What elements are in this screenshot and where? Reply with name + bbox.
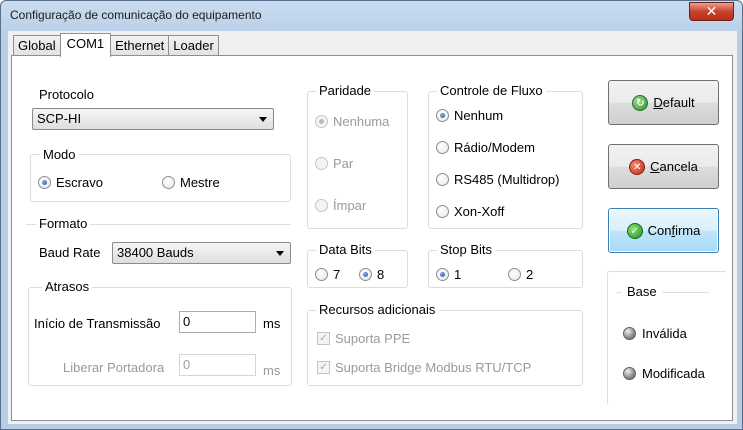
controle-fluxo-label: Controle de Fluxo	[437, 84, 546, 98]
indicator-label: Inválida	[642, 326, 687, 341]
inicio-unit-label: ms	[263, 316, 281, 331]
led-icon	[623, 327, 636, 340]
base-separator-left	[616, 292, 622, 293]
radio-unchecked-icon	[436, 205, 449, 218]
radio-unchecked-icon	[162, 176, 175, 189]
tab-loader[interactable]: Loader	[168, 35, 219, 56]
protocolo-value: SCP-HI	[37, 111, 82, 126]
cancela-button[interactable]: ✕ Cancela	[608, 144, 719, 189]
tab-ethernet[interactable]: Ethernet	[110, 35, 170, 56]
radio-unchecked-icon	[436, 173, 449, 186]
dialog-window: Configuração de comunicação do equipamen…	[0, 0, 743, 430]
modificada-indicator: Modificada	[623, 366, 705, 381]
protocolo-select[interactable]: SCP-HI	[32, 108, 274, 130]
radio-checked-icon	[436, 268, 449, 281]
window-title: Configuração de comunicação do equipamen…	[10, 8, 262, 22]
confirma-button[interactable]: ✓ Confirma	[608, 208, 719, 253]
default-button[interactable]: ↻ Default	[608, 80, 719, 125]
data-bits-8-radio[interactable]: 8	[359, 267, 384, 282]
modo-mestre-radio[interactable]: Mestre	[162, 175, 220, 190]
base-label: Base	[624, 285, 660, 299]
checkbox-label: Suporta Bridge Modbus RTU/TCP	[335, 360, 532, 375]
baud-rate-select[interactable]: 38400 Bauds	[112, 242, 291, 264]
tab-com1[interactable]: COM1	[59, 33, 112, 57]
protocolo-label: Protocolo	[39, 87, 94, 102]
baud-rate-value: 38400 Bauds	[117, 245, 194, 260]
radio-label: Mestre	[180, 175, 220, 190]
radio-unchecked-icon	[436, 141, 449, 154]
fluxo-xon-xoff-radio[interactable]: Xon-Xoff	[436, 204, 504, 219]
recursos-label: Recursos adicionais	[316, 303, 439, 317]
modo-escravo-radio[interactable]: Escravo	[38, 175, 103, 190]
radio-label: 1	[454, 267, 462, 282]
checkbox-checked-icon: ✓	[317, 332, 330, 345]
suporta-bridge-checkbox[interactable]: ✓ Suporta Bridge Modbus RTU/TCP	[317, 360, 531, 375]
paridade-label: Paridade	[316, 84, 375, 98]
radio-label: 2	[526, 267, 534, 282]
radio-label: Nenhuma	[333, 114, 390, 129]
radio-checked-icon	[38, 176, 51, 189]
radio-label: Par	[333, 156, 354, 171]
checkbox-checked-icon: ✓	[317, 361, 330, 374]
cancela-button-label: Cancela	[650, 159, 698, 174]
fluxo-rs485-radio[interactable]: RS485 (Multidrop)	[436, 172, 560, 187]
radio-label: Xon-Xoff	[454, 204, 505, 219]
baud-rate-label: Baud Rate	[39, 245, 101, 260]
radio-label: Ímpar	[333, 198, 367, 213]
inicio-transmissao-label: Início de Transmissão	[34, 316, 161, 331]
radio-unchecked-icon	[315, 157, 328, 170]
radio-checked-icon	[359, 268, 372, 281]
radio-checked-icon	[315, 115, 328, 128]
radio-label: Nenhum	[454, 108, 504, 123]
data-bits-7-radio[interactable]: 7	[315, 267, 340, 282]
radio-checked-icon	[436, 109, 449, 122]
atrasos-label: Atrasos	[42, 280, 93, 294]
paridade-par-radio[interactable]: Par	[315, 156, 353, 171]
tab-strip: Global COM1 Ethernet Loader	[13, 33, 219, 57]
radio-label: Escravo	[56, 175, 103, 190]
radio-label: 7	[333, 267, 341, 282]
stop-bits-1-radio[interactable]: 1	[436, 267, 461, 282]
default-button-label: Default	[653, 95, 695, 110]
suporta-ppe-checkbox[interactable]: ✓ Suporta PPE	[317, 331, 410, 346]
check-icon: ✓	[626, 222, 643, 239]
chevron-down-icon	[276, 251, 284, 256]
radio-unchecked-icon	[315, 268, 328, 281]
refresh-icon: ↻	[632, 94, 649, 111]
fluxo-radio-modem-radio[interactable]: Rádio/Modem	[436, 140, 535, 155]
inicio-transmissao-input[interactable]: 0	[179, 311, 256, 333]
radio-unchecked-icon	[508, 268, 521, 281]
chevron-down-icon	[259, 117, 267, 122]
cancel-icon: ✕	[629, 158, 646, 175]
paridade-nenhuma-radio[interactable]: Nenhuma	[315, 114, 389, 129]
paridade-impar-radio[interactable]: Ímpar	[315, 198, 366, 213]
liberar-unit-label: ms	[263, 363, 281, 378]
radio-unchecked-icon	[315, 199, 328, 212]
confirma-button-label: Confirma	[647, 223, 701, 238]
close-button[interactable]: ✕	[689, 2, 734, 21]
stop-bits-label: Stop Bits	[437, 243, 496, 257]
base-separator-right	[662, 292, 709, 293]
radio-label: RS485 (Multidrop)	[454, 172, 560, 187]
liberar-portadora-input[interactable]: 0	[179, 354, 256, 376]
dialog-client-area: Global COM1 Ethernet Loader Protocolo SC…	[8, 31, 737, 424]
radio-label: 8	[377, 267, 385, 282]
modo-label: Modo	[40, 148, 79, 162]
stop-bits-2-radio[interactable]: 2	[508, 267, 533, 282]
radio-label: Rádio/Modem	[454, 140, 535, 155]
led-icon	[623, 367, 636, 380]
liberar-portadora-label: Liberar Portadora	[63, 360, 165, 375]
checkbox-label: Suporta PPE	[335, 331, 411, 346]
fluxo-nenhum-radio[interactable]: Nenhum	[436, 108, 503, 123]
com1-panel: Protocolo SCP-HI Modo Escravo Mestre For…	[11, 55, 733, 421]
data-bits-label: Data Bits	[316, 243, 375, 257]
formato-label: Formato	[36, 217, 91, 231]
indicator-label: Modificada	[642, 366, 705, 381]
tab-global[interactable]: Global	[13, 35, 61, 56]
invalida-indicator: Inválida	[623, 326, 687, 341]
